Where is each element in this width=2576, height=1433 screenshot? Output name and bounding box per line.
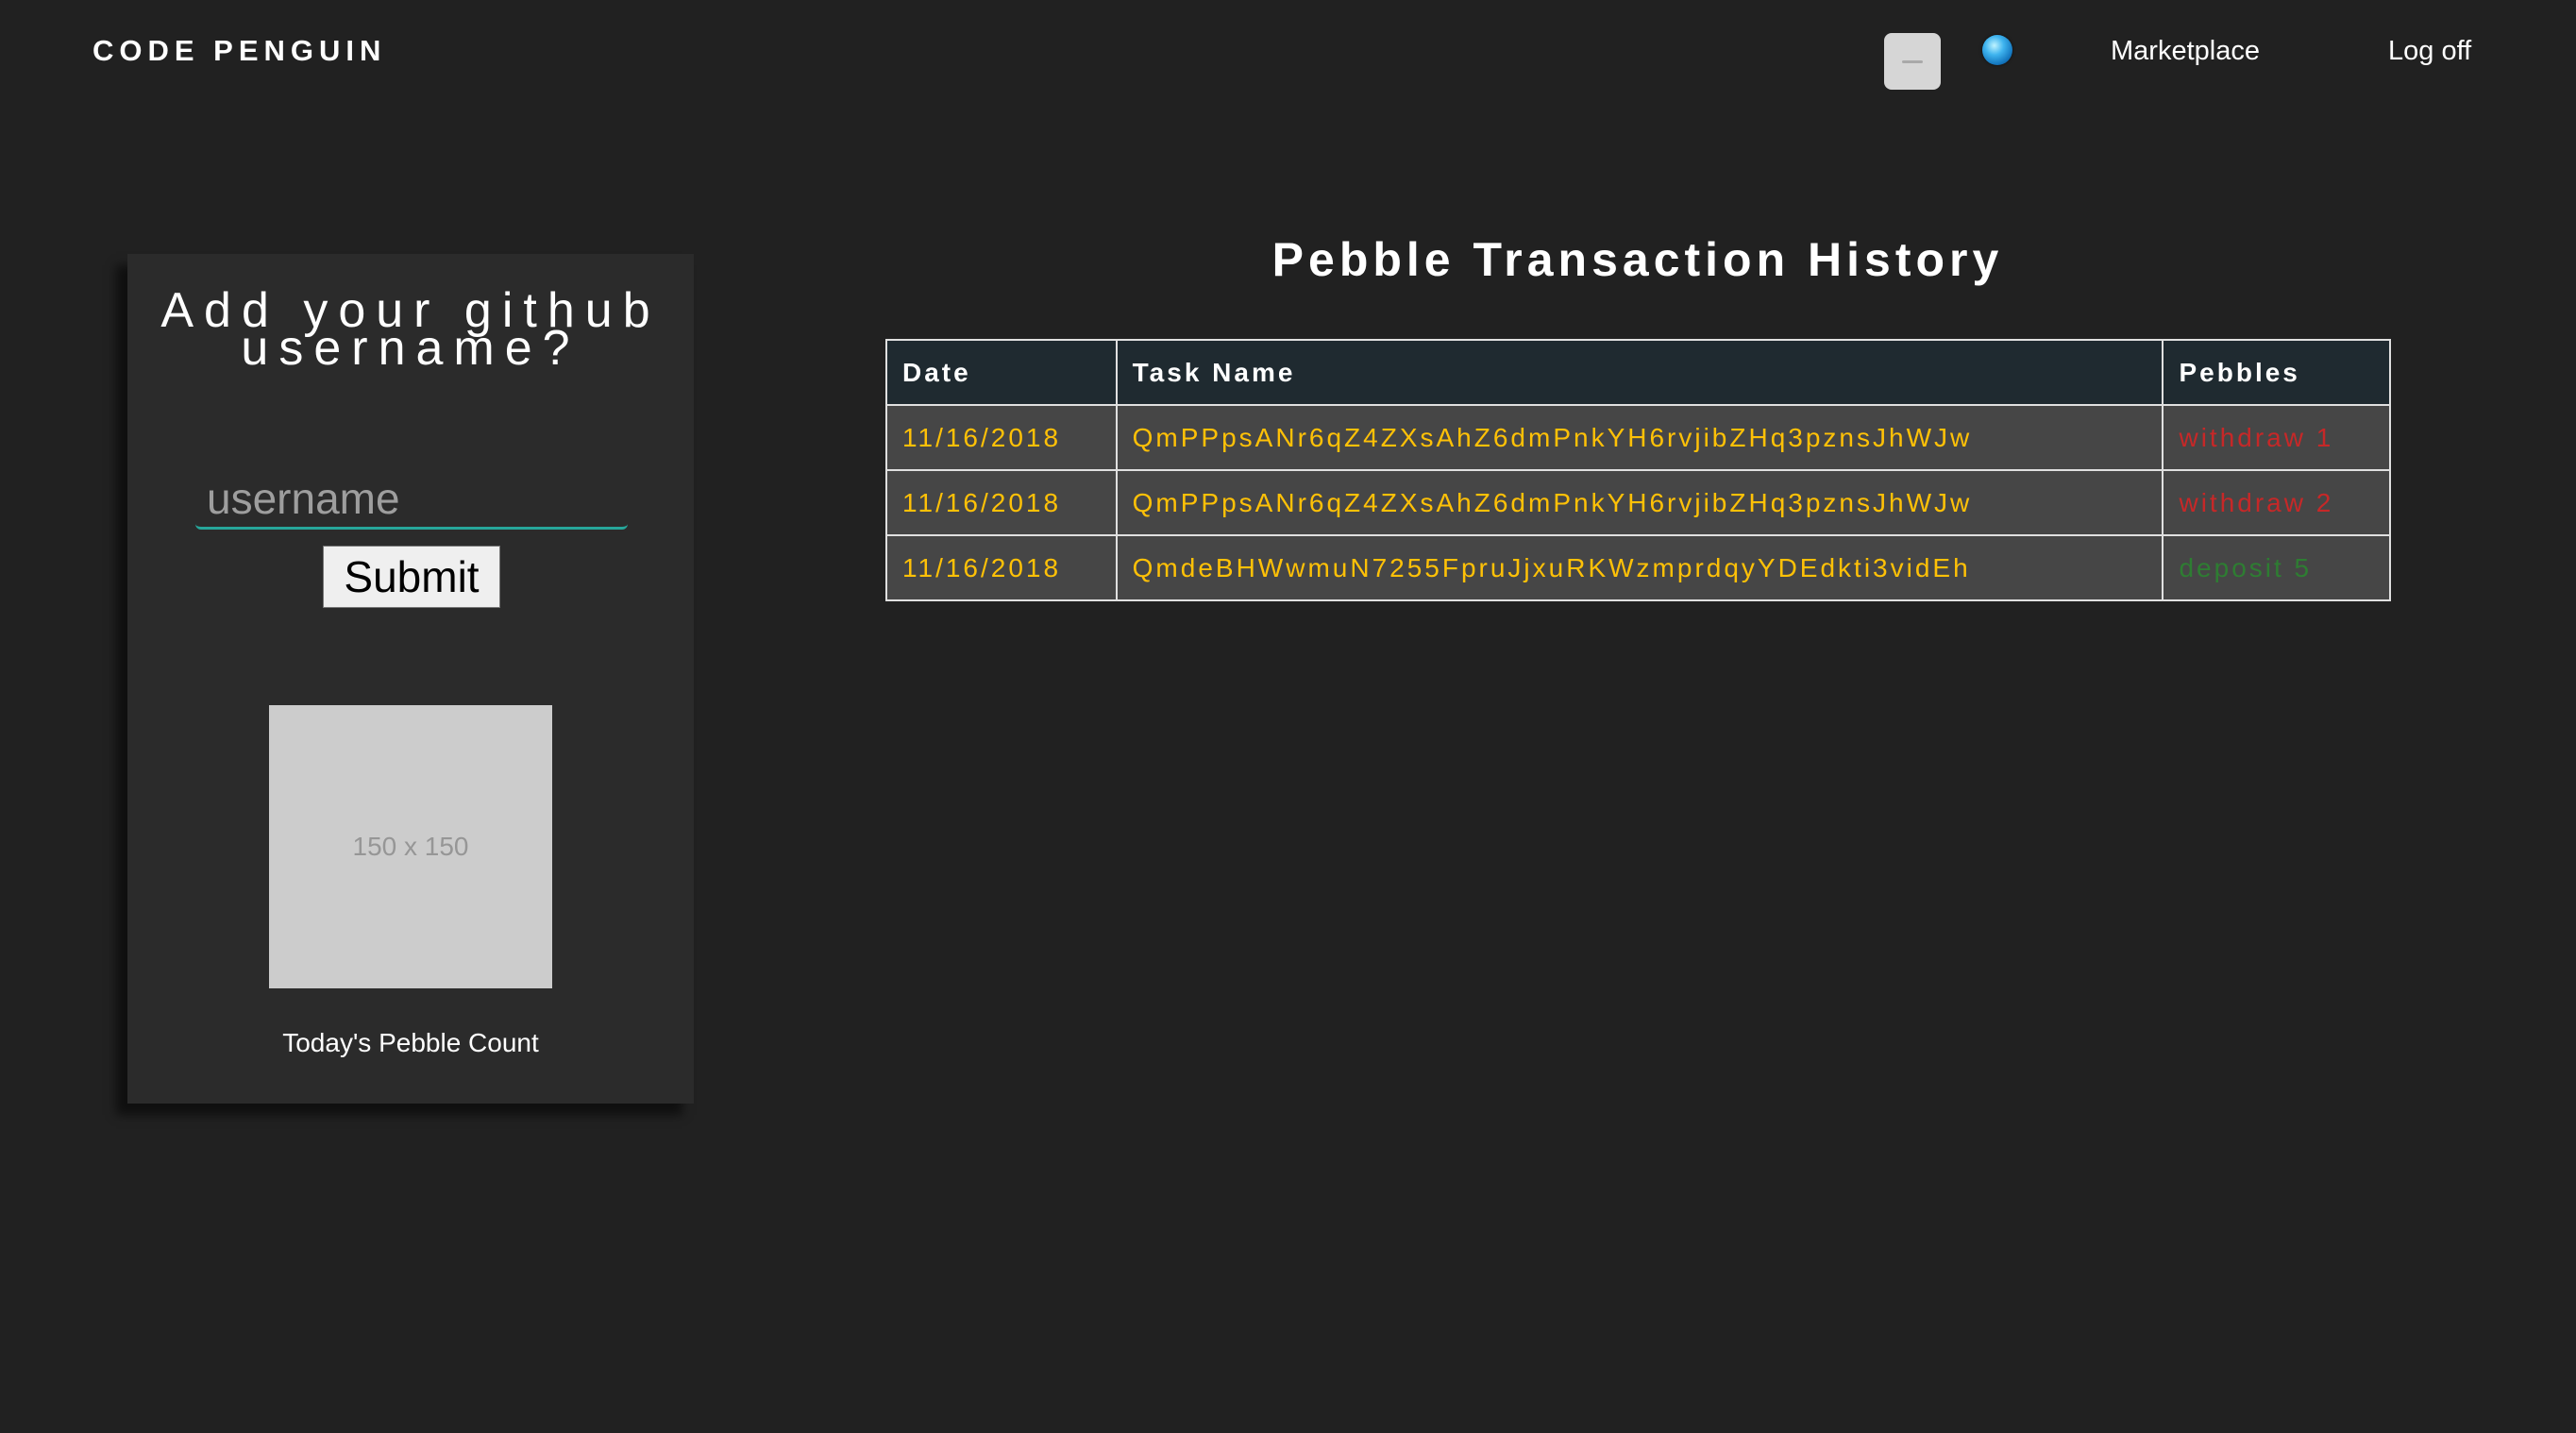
cell-date: 11/16/2018 <box>885 534 1118 601</box>
github-username-card: Add your github username? Submit 150 x 1… <box>127 254 694 1104</box>
cell-pebbles: withdraw 1 <box>2162 404 2391 471</box>
card-heading: Add your github username? <box>160 283 661 376</box>
column-header-pebbles: Pebbles <box>2162 339 2391 406</box>
globe-icon[interactable] <box>1982 35 2012 65</box>
nav-logoff-link[interactable]: Log off <box>2388 36 2471 67</box>
image-placeholder-label: 150 x 150 <box>352 832 469 861</box>
pebble-count-label: Today's Pebble Count <box>282 1028 539 1057</box>
cell-pebbles: deposit 5 <box>2162 534 2391 601</box>
table-row: 11/16/2018 QmPPpsANr6qZ4ZXsAhZ6dmPnkYH6r… <box>885 404 2391 471</box>
cell-pebbles: withdraw 2 <box>2162 469 2391 536</box>
cell-date: 11/16/2018 <box>885 404 1118 471</box>
username-input[interactable] <box>195 469 628 530</box>
table-row: 11/16/2018 QmPPpsANr6qZ4ZXsAhZ6dmPnkYH6r… <box>885 469 2391 536</box>
menu-icon <box>1902 59 1923 63</box>
column-header-task-name: Task Name <box>1115 339 2164 406</box>
submit-button[interactable]: Submit <box>323 546 500 608</box>
table-row: 11/16/2018 QmdeBHWwmuN7255FpruJjxuRKWzmp… <box>885 534 2391 601</box>
table-header-row: Date Task Name Pebbles <box>885 339 2391 406</box>
brand-logo[interactable]: CODE PENGUIN <box>93 34 386 68</box>
transaction-history-table: Date Task Name Pebbles 11/16/2018 QmPPps… <box>885 339 2391 601</box>
nav-marketplace-link[interactable]: Marketplace <box>2111 36 2260 67</box>
cell-task-name: QmPPpsANr6qZ4ZXsAhZ6dmPnkYH6rvjibZHq3pzn… <box>1115 469 2164 536</box>
pebble-image-placeholder: 150 x 150 <box>269 705 552 988</box>
cell-task-name: QmPPpsANr6qZ4ZXsAhZ6dmPnkYH6rvjibZHq3pzn… <box>1115 404 2164 471</box>
history-title: Pebble Transaction History <box>1271 233 2004 286</box>
column-header-date: Date <box>885 339 1118 406</box>
cell-task-name: QmdeBHWwmuN7255FpruJjxuRKWzmprdqyYDEdkti… <box>1115 534 2164 601</box>
nav-toggle-button[interactable] <box>1884 33 1941 90</box>
cell-date: 11/16/2018 <box>885 469 1118 536</box>
